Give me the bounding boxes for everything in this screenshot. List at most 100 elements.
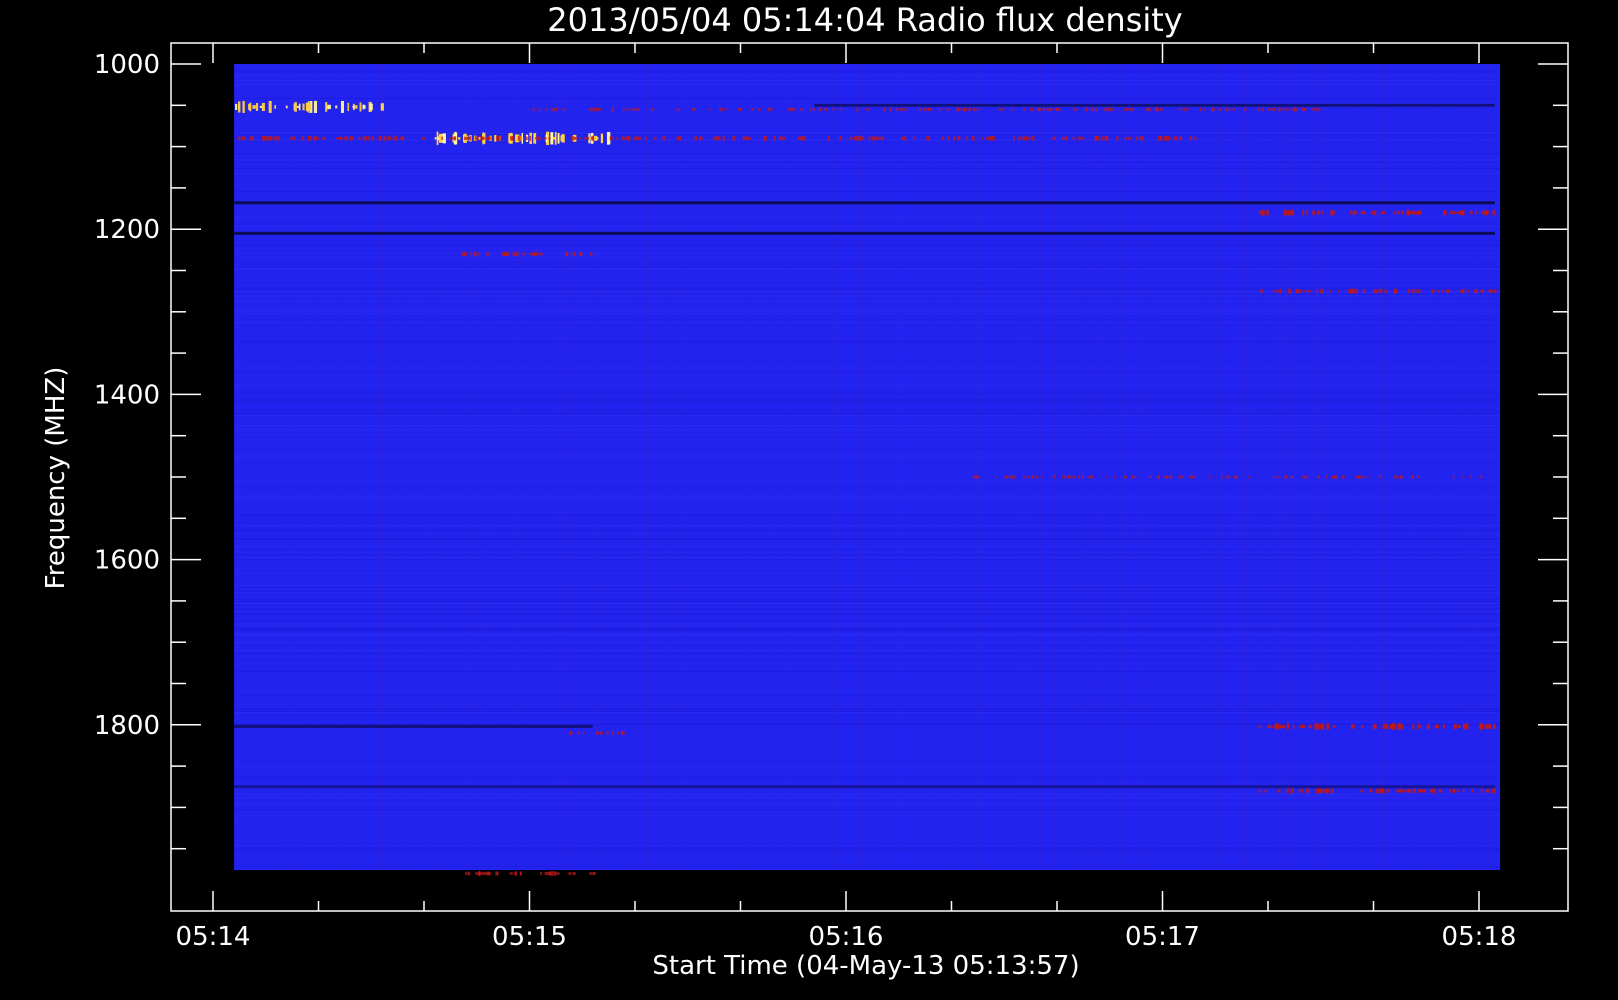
- heatmap-signal-mark: [1332, 210, 1336, 215]
- heatmap-signal-mark: [315, 136, 317, 141]
- heatmap-signal-mark: [1270, 108, 1274, 111]
- heatmap-signal-mark: [1452, 789, 1455, 793]
- heatmap-signal-mark: [573, 137, 576, 140]
- heatmap-signal-mark: [515, 251, 519, 257]
- heatmap-signal-mark: [442, 133, 446, 144]
- heatmap-signal-mark: [1462, 723, 1466, 730]
- heatmap-signal-mark: [1484, 724, 1488, 729]
- heatmap-signal-mark: [1110, 107, 1114, 111]
- heatmap-signal-mark: [1135, 136, 1138, 141]
- heatmap-signal-mark: [1312, 210, 1315, 216]
- heatmap-signal-mark: [1400, 724, 1404, 729]
- heatmap-signal-mark: [678, 108, 681, 111]
- heatmap-signal-mark: [611, 107, 615, 112]
- heatmap-signal-mark: [1405, 789, 1408, 793]
- heatmap-signal-mark: [1362, 289, 1365, 294]
- heatmap-signal-mark: [1212, 107, 1215, 112]
- heatmap-signal-mark: [1258, 724, 1261, 728]
- heatmap-signal-mark: [1275, 289, 1279, 293]
- heatmap-signal-mark: [1325, 788, 1329, 794]
- heatmap-signal-mark: [1471, 789, 1474, 793]
- heatmap-signal-mark: [589, 872, 593, 875]
- heatmap-signal-mark: [1484, 211, 1487, 214]
- heatmap-signal-mark: [467, 871, 471, 876]
- heatmap-signal-mark: [273, 136, 277, 141]
- heatmap-signal-mark: [1421, 789, 1426, 793]
- heatmap-signal-mark: [781, 137, 783, 140]
- heatmap-signal-mark: [496, 135, 499, 141]
- heatmap-signal-mark: [1315, 723, 1319, 730]
- heatmap-signal-mark: [1101, 136, 1105, 141]
- heatmap-signal-mark: [1018, 136, 1022, 140]
- heatmap-signal-mark: [335, 137, 339, 140]
- heatmap-signal-mark: [1320, 788, 1323, 793]
- heatmap-signal-mark: [371, 137, 374, 140]
- heatmap-signal-mark: [537, 136, 541, 141]
- heatmap-signal-mark: [926, 108, 930, 111]
- heatmap-signal-mark: [977, 475, 979, 479]
- heatmap-signal-mark: [340, 100, 344, 113]
- heatmap-signal-mark: [556, 872, 560, 875]
- heatmap-dark-band: [234, 201, 1495, 205]
- heatmap-signal-mark: [238, 104, 241, 110]
- heatmap-signal-mark: [1258, 788, 1261, 793]
- heatmap-signal-mark: [1322, 725, 1325, 728]
- heatmap-signal-mark: [650, 107, 654, 112]
- heatmap-signal-mark: [622, 107, 625, 112]
- heatmap-signal-mark: [473, 251, 477, 257]
- heatmap-signal-mark: [1302, 475, 1305, 479]
- heatmap-signal-mark: [839, 108, 842, 111]
- heatmap-signal-mark: [255, 103, 259, 111]
- heatmap-signal-mark: [1149, 475, 1152, 479]
- heatmap-signal-mark: [1061, 475, 1064, 479]
- heatmap-signal-mark: [1325, 475, 1328, 479]
- heatmap-signal-mark: [1385, 723, 1389, 730]
- heatmap-signal-mark: [994, 475, 997, 479]
- heatmap-signal-mark: [1035, 475, 1038, 479]
- heatmap-signal-mark: [1292, 108, 1296, 111]
- heatmap-dark-band: [234, 785, 1495, 789]
- heatmap-signal-mark: [773, 135, 776, 141]
- heatmap-signal-mark: [1298, 289, 1301, 294]
- heatmap-signal-mark: [1134, 475, 1137, 479]
- heatmap-signal-mark: [903, 137, 907, 140]
- heatmap-signal-mark: [1470, 475, 1472, 479]
- heatmap-signal-mark: [529, 252, 534, 256]
- heatmap-signal-mark: [1159, 136, 1162, 141]
- heatmap-signal-mark: [1480, 788, 1483, 794]
- heatmap-signal-mark: [1277, 789, 1281, 793]
- heatmap-signal-mark: [349, 135, 352, 141]
- x-tick-label: 05:14: [176, 922, 251, 952]
- heatmap-signal-mark: [1480, 475, 1483, 479]
- y-tick-label: 1800: [94, 711, 160, 741]
- heatmap-signal-mark: [312, 136, 315, 141]
- heatmap-signal-mark: [555, 107, 559, 112]
- heatmap-signal-mark: [1317, 475, 1320, 479]
- heatmap-signal-mark: [1193, 475, 1196, 479]
- heatmap-signal-mark: [1158, 475, 1160, 479]
- heatmap-signal-mark: [856, 107, 859, 112]
- heatmap-signal-mark: [1396, 211, 1401, 215]
- heatmap-signal-mark: [498, 135, 502, 141]
- heatmap-signal-mark: [1285, 209, 1289, 216]
- heatmap-signal-mark: [590, 107, 593, 112]
- heatmap-signal-mark: [600, 133, 604, 144]
- heatmap-signal-mark: [539, 252, 543, 256]
- heatmap-signal-mark: [1012, 135, 1015, 141]
- heatmap-signal-mark: [1267, 724, 1270, 729]
- heatmap-signal-mark: [902, 108, 906, 111]
- heatmap-signal-mark: [305, 102, 309, 112]
- heatmap-signal-mark: [487, 136, 490, 141]
- heatmap-signal-mark: [1259, 210, 1263, 215]
- heatmap-signal-mark: [1479, 725, 1482, 728]
- heatmap-signal-mark: [1090, 107, 1094, 112]
- heatmap-signal-mark: [292, 136, 296, 141]
- heatmap-signal-mark: [1369, 788, 1371, 794]
- heatmap-signal-mark: [592, 871, 596, 875]
- heatmap-signal-mark: [1431, 289, 1434, 293]
- heatmap-signal-mark: [1274, 724, 1278, 729]
- heatmap-signal-mark: [1330, 788, 1334, 794]
- heatmap-signal-mark: [790, 108, 794, 111]
- heatmap-signal-mark: [745, 136, 748, 141]
- heatmap-signal-mark: [1350, 288, 1353, 294]
